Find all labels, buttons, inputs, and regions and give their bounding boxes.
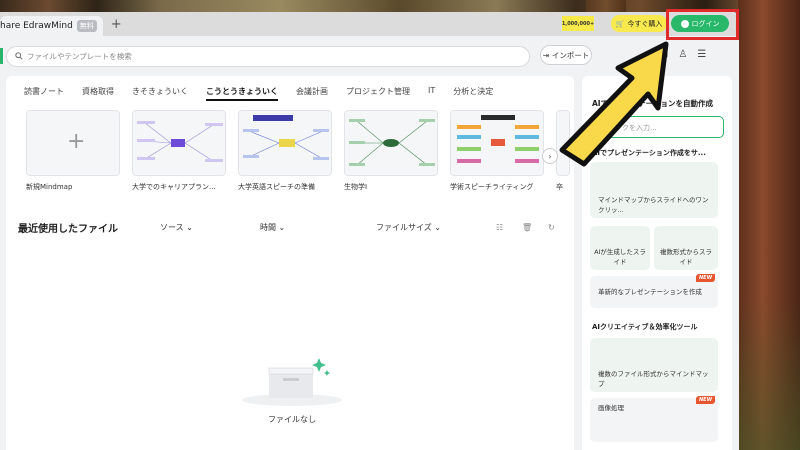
card-label: AIが生成したスライド <box>594 248 646 266</box>
template-thumbnail: + <box>26 110 120 176</box>
card-label: 革新的なプレゼンテーションを作成 <box>598 288 702 296</box>
recent-files-title: 最近使用したファイル <box>18 224 118 235</box>
search-placeholder: ファイルやテンプレートを検索 <box>27 52 132 61</box>
list-view-icon[interactable]: ☷ <box>496 223 522 232</box>
ai-tools-title: AIクリエイティブ＆効率化ツール <box>592 323 698 331</box>
buy-label: 今すぐ購入 <box>627 19 663 28</box>
template-name: 学術スピーチライティング <box>450 183 534 191</box>
template-card[interactable]: 生物学I <box>344 110 438 192</box>
new-tab-button[interactable]: + <box>111 17 122 32</box>
tab-meeting-plan[interactable]: 会議計画 <box>296 86 328 101</box>
card-label: 画像処理 <box>598 404 624 412</box>
source-label: ソース <box>160 223 184 232</box>
template-thumbnail <box>238 110 332 176</box>
empty-box-illustration <box>242 348 342 406</box>
template-thumbnail <box>344 110 438 176</box>
template-name: 生物学I <box>344 183 368 191</box>
tab-project-management[interactable]: プロジェクト管理 <box>346 86 410 101</box>
size-column-header[interactable]: ファイルサイズ ⌄ <box>376 222 496 233</box>
new-badge: NEW <box>696 274 716 282</box>
card-label: マインドマップからスライドへのワンクリッ... <box>598 196 709 214</box>
recent-files-header: 最近使用したファイル ソース ⌄ 時間 ⌄ ファイルサイズ ⌄ ☷ 🗑 ↻ <box>18 220 566 235</box>
template-card[interactable]: 大学でのキャリアプラン... <box>132 110 226 192</box>
card-label: 複数のファイル形式からマインドマップ <box>598 370 709 388</box>
empty-state: ファイルなし <box>232 348 352 425</box>
refresh-icon[interactable]: ↻ <box>548 223 555 232</box>
cart-icon: 🛒 <box>615 19 625 28</box>
buy-now-button[interactable]: 🛒 今すぐ購入 <box>611 15 667 32</box>
tab-reading-notes[interactable]: 読書ノート <box>24 86 64 101</box>
category-tabs: 読書ノート 資格取得 きそきょういく こうとうきょういく 会議計画 プロジェクト… <box>24 86 493 101</box>
file-to-mindmap-card[interactable]: 複数のファイル形式からマインドマップ <box>590 338 718 392</box>
app-title: hare EdrawMind <box>0 21 73 31</box>
search-input[interactable]: ファイルやテンプレートを検索 <box>6 46 530 67</box>
tab-certification[interactable]: 資格取得 <box>82 86 114 101</box>
template-name: 新規Mindmap <box>26 183 73 191</box>
time-label: 時間 <box>260 223 276 232</box>
source-column-header[interactable]: ソース ⌄ <box>160 222 260 233</box>
template-list: + 新規Mindmap 大学でのキャリアプラン... 大学英語スピーチの準備 生… <box>26 110 570 192</box>
title-bar: hare EdrawMind 無料 + 1,000,000+ 🛒 今すぐ購入 ロ… <box>0 12 739 36</box>
sidebar-indicator <box>0 48 3 64</box>
tab-basic-education[interactable]: きそきょういく <box>132 86 188 101</box>
image-processing-card[interactable]: 画像処理 <box>590 398 718 442</box>
multi-format-slide-card[interactable]: 複数形式からスライド <box>654 226 718 270</box>
new-badge: NEW <box>696 396 716 404</box>
main-panel: 読書ノート 資格取得 きそきょういく こうとうきょういく 会議計画 プロジェクト… <box>6 76 574 450</box>
template-thumbnail <box>450 110 544 176</box>
app-tab[interactable]: hare EdrawMind 無料 <box>0 16 103 36</box>
template-card-new[interactable]: + 新規Mindmap <box>26 110 120 192</box>
ai-slides-card[interactable]: AIが生成したスライド <box>590 226 650 270</box>
card-label: 複数形式からスライド <box>660 248 712 266</box>
template-thumbnail <box>132 110 226 176</box>
template-name: 卒 <box>556 183 563 191</box>
promo-banner[interactable]: 1,000,000+ <box>562 16 594 31</box>
time-column-header[interactable]: 時間 ⌄ <box>260 222 376 233</box>
menu-icon[interactable]: ☰ <box>697 49 706 60</box>
plan-badge: 無料 <box>76 20 97 32</box>
tab-analysis[interactable]: 分析と決定 <box>453 86 493 101</box>
template-name: 大学でのキャリアプラン... <box>132 183 216 191</box>
template-card[interactable]: 学術スピーチライティング <box>450 110 544 192</box>
login-highlight-annotation <box>666 9 739 40</box>
plus-icon: + <box>67 129 86 154</box>
search-icon <box>15 51 23 62</box>
mindmap-to-slide-card[interactable]: マインドマップからスライドへのワンクリッ... <box>590 162 718 218</box>
trash-icon[interactable]: 🗑 <box>522 223 548 232</box>
template-card[interactable]: 大学英語スピーチの準備 <box>238 110 332 192</box>
size-label: ファイルサイズ <box>376 223 432 232</box>
shirt-icon[interactable]: ♙ <box>678 49 687 60</box>
template-name: 大学英語スピーチの準備 <box>238 183 315 191</box>
tab-higher-education[interactable]: こうとうきょういく <box>206 86 278 101</box>
tab-it[interactable]: IT <box>428 86 435 101</box>
empty-state-label: ファイルなし <box>268 415 316 424</box>
pointer-arrow-annotation <box>559 41 669 167</box>
